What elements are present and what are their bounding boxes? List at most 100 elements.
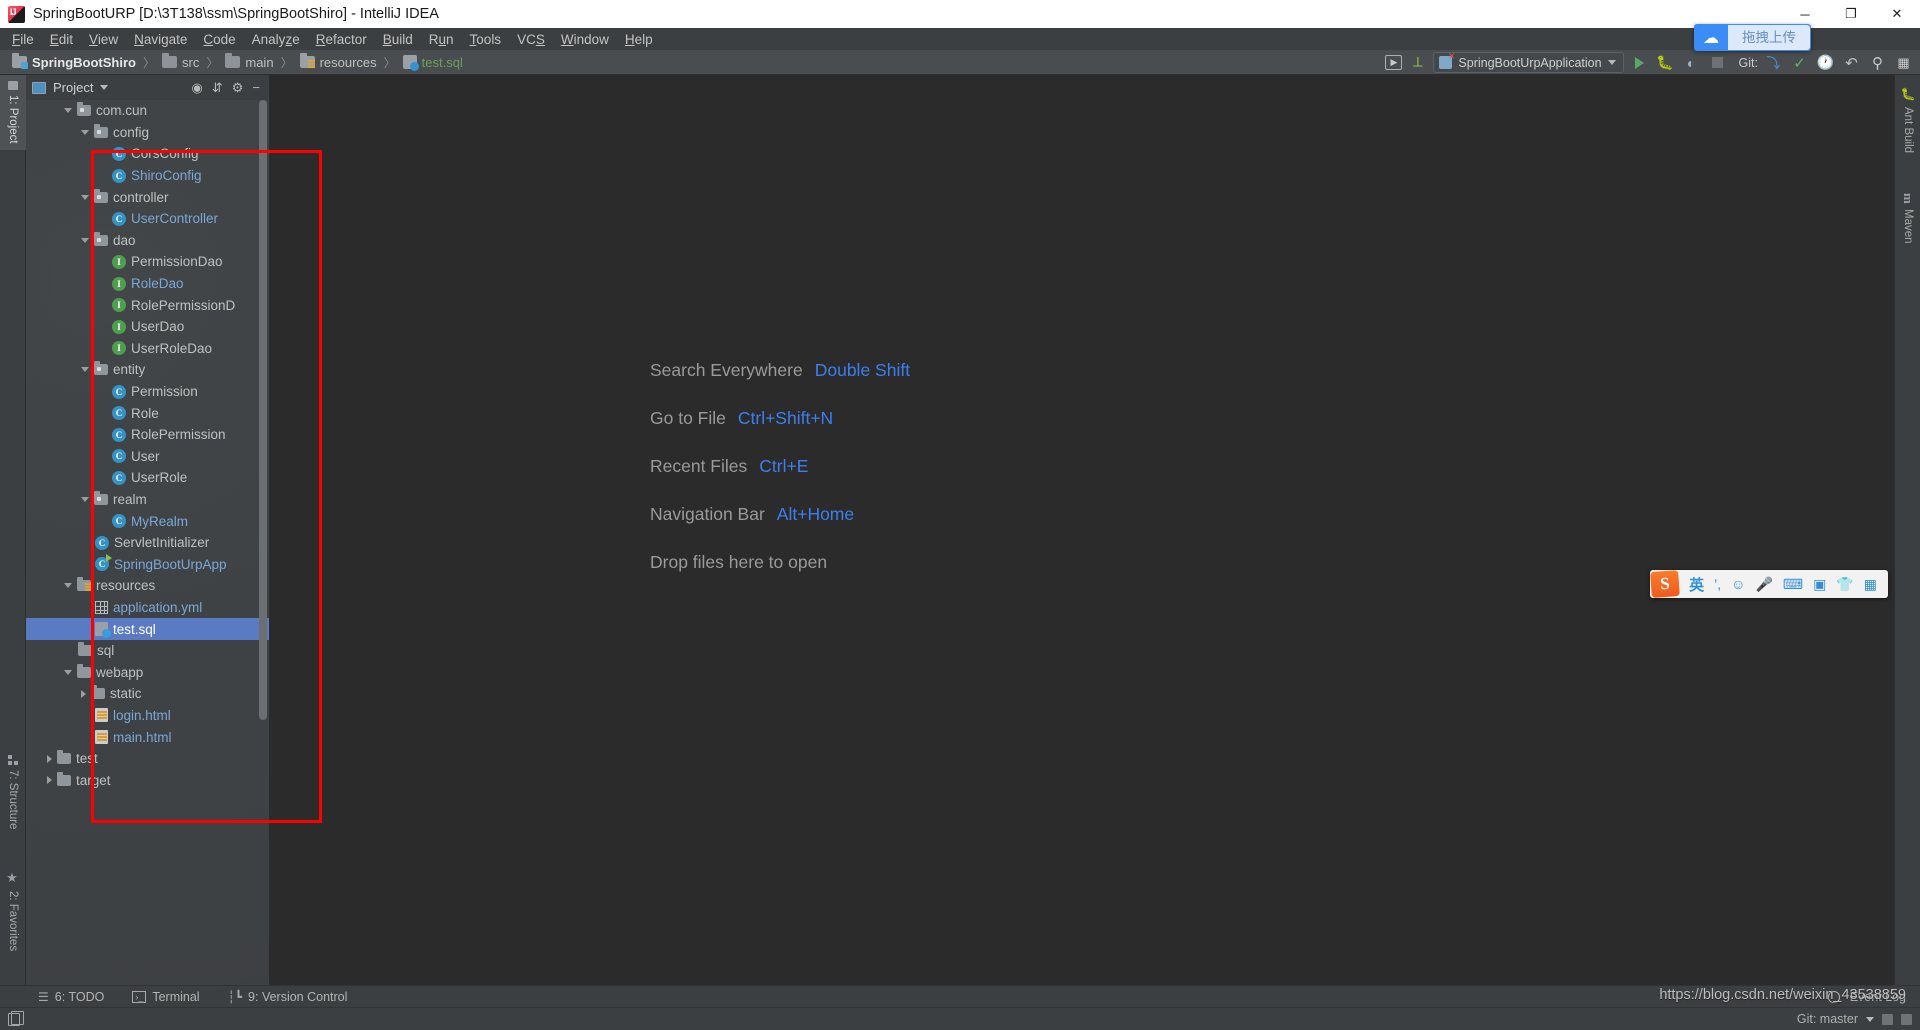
expand-arrow-icon[interactable] [81, 129, 89, 135]
tree-node-usercontroller[interactable]: C UserController [26, 208, 269, 230]
run-configuration-selector[interactable]: SpringBootUrpApplication [1433, 51, 1624, 73]
tree-node-corsconfig[interactable]: C CorsConfig [26, 143, 269, 165]
punctuation-icon[interactable]: ’, [1714, 576, 1721, 592]
tree-node-roledao[interactable]: I RoleDao [26, 273, 269, 295]
bottom-label-event-log[interactable]: Event Log [1850, 990, 1906, 1004]
bottom-item-todo[interactable]: ☰ 6: TODO [0, 990, 118, 1004]
breadcrumb-item-resources[interactable]: resources [298, 53, 379, 70]
tree-node-login-html[interactable]: login.html [26, 705, 269, 727]
tree-node-test-sql[interactable]: test.sql [26, 618, 269, 640]
sidebar-item-maven[interactable]: m Maven [1895, 187, 1920, 249]
ime-language-mode[interactable]: 英 [1689, 574, 1704, 595]
menu-analyze[interactable]: Analyze [244, 30, 308, 49]
microphone-icon[interactable]: 🎤 [1755, 576, 1772, 593]
chevron-down-icon[interactable] [100, 85, 109, 90]
expand-arrow-icon[interactable] [64, 108, 72, 114]
tree-node-userrole[interactable]: C UserRole [26, 467, 269, 489]
tree-node-permission[interactable]: C Permission [26, 381, 269, 403]
menu-refactor[interactable]: Refactor [308, 30, 375, 49]
soft-keyboard-icon[interactable]: ⌨ [1783, 576, 1803, 593]
sogou-logo-icon[interactable]: S [1650, 570, 1680, 598]
search-everywhere-icon[interactable]: ⚲ [1867, 52, 1888, 73]
vcs-commit-icon[interactable]: ✓ [1789, 52, 1810, 73]
menu-window[interactable]: Window [553, 30, 617, 49]
menu-edit[interactable]: Edit [42, 30, 81, 49]
tree-node-dao[interactable]: dao [26, 230, 269, 252]
collapse-arrow-icon[interactable] [47, 754, 52, 763]
emoji-icon[interactable]: ☺ [1731, 576, 1745, 592]
expand-arrow-icon[interactable] [81, 496, 89, 502]
collapse-arrow-icon[interactable] [47, 776, 52, 785]
tree-node-myrealm[interactable]: C MyRealm [26, 510, 269, 532]
tree-node-test[interactable]: test [26, 748, 269, 770]
tree-node-static[interactable]: static [26, 683, 269, 705]
tree-node-role[interactable]: C Role [26, 402, 269, 424]
toolbox-grid-icon[interactable]: ▦ [1864, 576, 1877, 593]
expand-arrow-icon[interactable] [81, 367, 89, 373]
collapse-all-icon[interactable]: ⇵ [212, 80, 223, 96]
menu-build[interactable]: Build [375, 30, 421, 49]
open-tool-window-icon[interactable]: ▶ [1385, 55, 1403, 70]
sidebar-item-project[interactable]: 1: Project [0, 75, 26, 150]
tree-node-realm[interactable]: realm [26, 489, 269, 511]
tree-node-shiroconfig[interactable]: C ShiroConfig [26, 165, 269, 187]
tree-node-resources[interactable]: resources [26, 575, 269, 597]
sidebar-item-favorites[interactable]: ★ 2: Favorites [0, 865, 26, 957]
tree-node-userroledao[interactable]: I UserRoleDao [26, 338, 269, 360]
project-tree[interactable]: com.cun config C CorsConfig C ShiroConfig cont… [26, 100, 269, 985]
tree-node-user[interactable]: C User [26, 446, 269, 468]
tree-node-userdao[interactable]: I UserDao [26, 316, 269, 338]
menu-help[interactable]: Help [617, 30, 661, 49]
tree-node-sql[interactable]: sql [26, 640, 269, 662]
bottom-item-version-control[interactable]: ┆┗ 9: Version Control [214, 990, 362, 1004]
editor-area[interactable]: Search Everywhere Double Shift Go to Fil… [270, 75, 1894, 985]
tree-node-rolepermissiond[interactable]: I RolePermissionD [26, 294, 269, 316]
breadcrumb-item-file[interactable]: test.sql [401, 55, 465, 71]
breadcrumb-item-main[interactable]: main [223, 53, 275, 70]
menu-navigate[interactable]: Navigate [126, 30, 195, 49]
expand-arrow-icon[interactable] [81, 194, 89, 200]
tree-node-servletinitializer[interactable]: C ServletInitializer [26, 532, 269, 554]
breadcrumb-item-module[interactable]: SpringBootShiro [10, 53, 138, 70]
menu-tools[interactable]: Tools [462, 30, 510, 49]
menu-code[interactable]: Code [195, 30, 243, 49]
collapse-arrow-icon[interactable] [81, 689, 86, 698]
bottom-item-terminal[interactable]: ›_ Terminal [118, 990, 213, 1004]
tree-node-main-html[interactable]: main.html [26, 726, 269, 748]
scroll-from-source-icon[interactable]: ◉ [192, 80, 203, 96]
menu-vcs[interactable]: VCS [509, 30, 553, 49]
tree-node-springbooturpapp[interactable]: C SpringBootUrpApp [26, 553, 269, 575]
git-branch-widget[interactable]: Git: master [1797, 1012, 1858, 1026]
document-icon[interactable] [8, 1010, 24, 1026]
hide-icon[interactable]: − [252, 80, 260, 95]
maximize-button[interactable]: ❐ [1828, 0, 1874, 28]
sidebar-item-ant-build[interactable]: 🐛 Ant Build [1895, 81, 1920, 159]
restore-layout-icon[interactable]: ▦ [1893, 52, 1914, 73]
gear-icon[interactable]: ⚙ [232, 80, 244, 96]
tree-node-rolepermission[interactable]: C RolePermission [26, 424, 269, 446]
menu-run[interactable]: Run [421, 30, 462, 49]
debug-bug-icon[interactable]: 🐛 [1655, 52, 1676, 73]
expand-arrow-icon[interactable] [64, 583, 72, 589]
tree-node-application-yml[interactable]: application.yml [26, 597, 269, 619]
sogou-ime-toolbar[interactable]: S 英 ’, ☺ 🎤 ⌨ ▣ 👕 ▦ [1650, 570, 1888, 598]
baidu-netdisk-drag-upload-widget[interactable]: ☁ 拖拽上传 [1694, 24, 1811, 51]
tree-node-config[interactable]: config [26, 122, 269, 144]
tree-node-target[interactable]: target [26, 769, 269, 791]
tree-node-webapp[interactable]: webapp [26, 661, 269, 683]
menu-view[interactable]: View [81, 30, 126, 49]
sidebar-item-structure[interactable]: 7: Structure [0, 749, 26, 835]
skin-shirt-icon[interactable]: 👕 [1836, 576, 1853, 593]
vcs-history-icon[interactable]: 🕐 [1815, 52, 1836, 73]
close-button[interactable]: ✕ [1874, 0, 1920, 28]
vcs-update-icon[interactable]: ⤵ [1763, 52, 1784, 73]
breadcrumb-item-src[interactable]: src [160, 53, 201, 70]
tree-node-controller[interactable]: controller [26, 186, 269, 208]
tree-node-entity[interactable]: entity [26, 359, 269, 381]
id-card-icon[interactable]: ▣ [1813, 576, 1826, 593]
chevron-down-icon[interactable] [1866, 1016, 1874, 1022]
menu-file[interactable]: FFileile [4, 30, 42, 49]
vcs-rollback-icon[interactable]: ↶ [1841, 52, 1862, 73]
run-play-icon[interactable] [1629, 52, 1650, 73]
expand-arrow-icon[interactable] [64, 669, 72, 675]
